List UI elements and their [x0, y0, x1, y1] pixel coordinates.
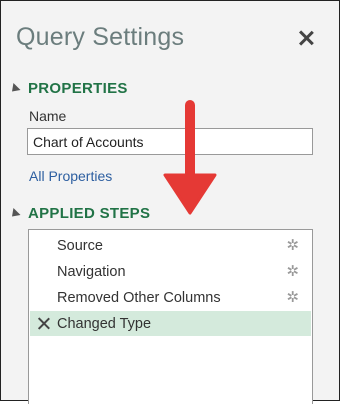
step-removed-other-columns[interactable]: Removed Other Columns ✲ [30, 285, 311, 310]
step-source[interactable]: Source ✲ [30, 233, 311, 258]
pane-title: Query Settings [16, 23, 185, 51]
properties-heading: PROPERTIES [28, 80, 128, 97]
applied-steps-section-header[interactable]: APPLIED STEPS [8, 205, 151, 222]
gear-icon[interactable]: ✲ [286, 236, 299, 254]
all-properties-link[interactable]: All Properties [29, 168, 112, 184]
gear-icon[interactable]: ✲ [286, 262, 299, 280]
step-label: Source [57, 238, 103, 254]
name-label: Name [29, 108, 67, 124]
gear-icon[interactable]: ✲ [286, 288, 299, 306]
red-arrow-annotation [163, 100, 217, 215]
applied-steps-list: Source ✲ Navigation ✲ Removed Other Colu… [28, 229, 313, 404]
applied-steps-heading: APPLIED STEPS [28, 205, 151, 222]
step-label: Changed Type [57, 316, 152, 332]
step-navigation[interactable]: Navigation ✲ [30, 259, 311, 284]
delete-step-icon[interactable] [37, 316, 51, 330]
step-label: Navigation [57, 264, 126, 280]
properties-section-header[interactable]: PROPERTIES [8, 80, 128, 97]
step-label: Removed Other Columns [57, 290, 221, 306]
query-settings-pane: Query Settings PROPERTIES Name All Prope… [0, 0, 340, 404]
step-changed-type[interactable]: Changed Type [30, 311, 311, 336]
collapse-triangle-icon[interactable] [8, 207, 21, 220]
collapse-triangle-icon[interactable] [8, 82, 21, 95]
close-icon[interactable] [297, 29, 315, 47]
